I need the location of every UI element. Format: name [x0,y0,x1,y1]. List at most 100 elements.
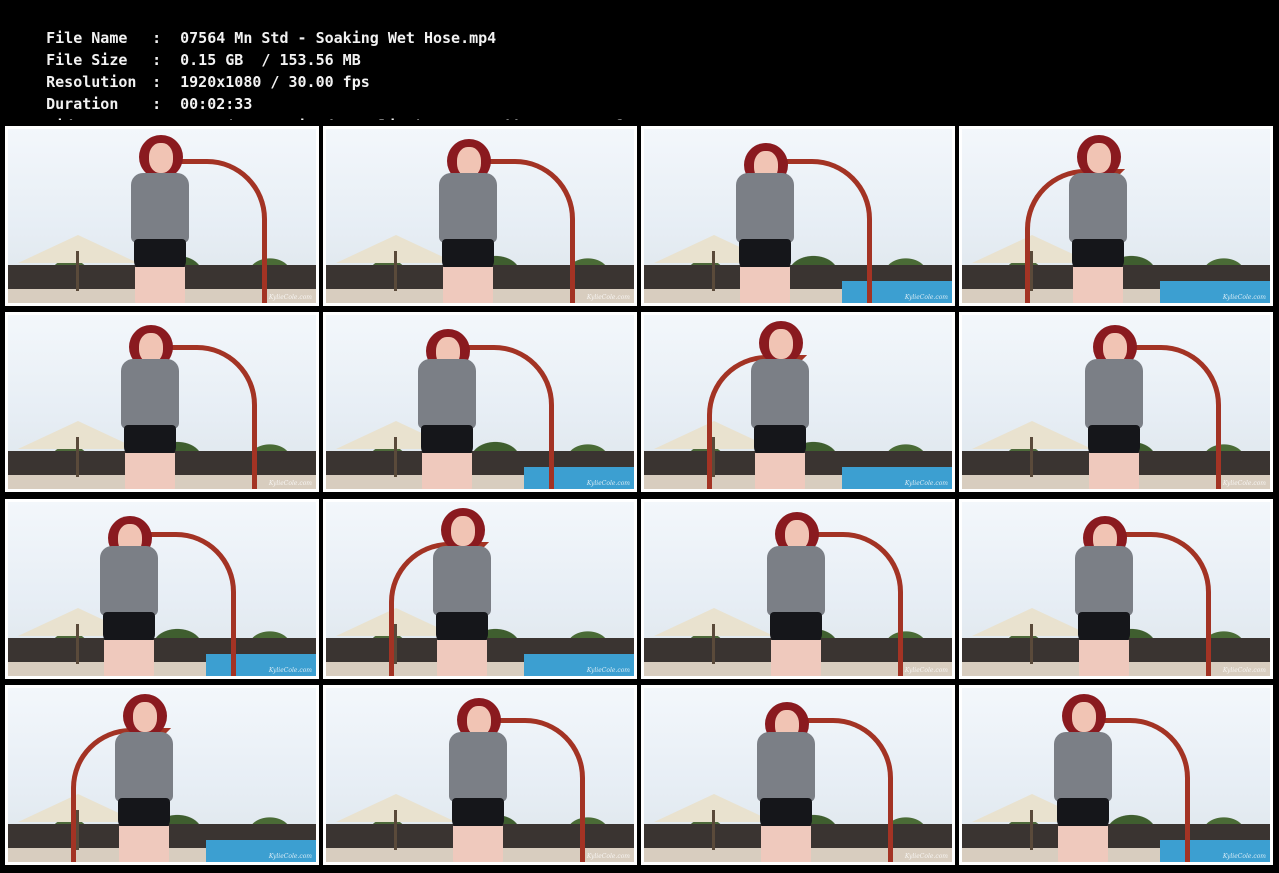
umbrella-pole-shape [76,624,79,664]
legs-shape [771,640,821,676]
thumbnail-frame: KylieCole.com [5,312,319,492]
thumbnail-frame: KylieCole.com [5,126,319,306]
face-shape [451,516,475,546]
info-row-resolution: Resolution:1920x1080 / 30.00 fps [10,49,370,91]
legs-shape [740,267,790,303]
watermark-logo: KylieCole.com [1222,667,1266,674]
thumbnail-frame: KylieCole.com [323,499,637,679]
watermark-logo: KylieCole.com [268,480,312,487]
info-row-file-size: File Size:0.15 GB / 153.56 MB [10,27,361,69]
shirt-shape [1075,546,1133,616]
umbrella-pole-shape [1030,810,1033,850]
legs-shape [125,453,175,489]
shirt-shape [1085,359,1143,429]
watermark-logo: KylieCole.com [904,294,948,301]
watermark-logo: KylieCole.com [586,667,630,674]
thumbnail-frame: KylieCole.com [641,499,955,679]
legs-shape [104,640,154,676]
legs-shape [437,640,487,676]
thumbnail-image: KylieCole.com [8,688,316,862]
legs-shape [1073,267,1123,303]
umbrella-pole-shape [712,624,715,664]
legs-shape [1079,640,1129,676]
thumbnail-image: KylieCole.com [962,688,1270,862]
info-row-file-name: File Name:07564 Mn Std - Soaking Wet Hos… [10,5,496,47]
shirt-shape [1069,173,1127,243]
legs-shape [1089,453,1139,489]
thumbnail-image: KylieCole.com [644,502,952,676]
thumbnail-image: KylieCole.com [962,315,1270,489]
legs-shape [443,267,493,303]
shirt-shape [115,732,173,802]
face-shape [1072,702,1096,732]
thumbnail-image: KylieCole.com [644,688,952,862]
watermark-logo: KylieCole.com [586,480,630,487]
watermark-logo: KylieCole.com [586,294,630,301]
thumbnail-image: KylieCole.com [8,502,316,676]
thumbnail-image: KylieCole.com [326,688,634,862]
thumbnail-frame: KylieCole.com [959,685,1273,865]
umbrella-pole-shape [1030,624,1033,664]
face-shape [133,702,157,732]
umbrella-pole-shape [1030,437,1033,477]
thumbnail-frame: KylieCole.com [641,685,955,865]
thumbnail-image: KylieCole.com [8,315,316,489]
umbrella-pole-shape [394,251,397,291]
legs-shape [119,826,169,862]
thumbnail-frame: KylieCole.com [323,126,637,306]
watermark-logo: KylieCole.com [1222,853,1266,860]
thumbnail-image: KylieCole.com [962,129,1270,303]
umbrella-pole-shape [394,810,397,850]
thumbnail-image: KylieCole.com [326,315,634,489]
info-row-duration: Duration:00:02:33 [10,71,252,113]
thumbnail-image: KylieCole.com [962,502,1270,676]
thumbnail-frame: KylieCole.com [641,126,955,306]
watermark-logo: KylieCole.com [268,667,312,674]
shirt-shape [736,173,794,243]
watermark-logo: KylieCole.com [1222,480,1266,487]
thumbnail-frame: KylieCole.com [323,312,637,492]
thumbnail-frame: KylieCole.com [959,126,1273,306]
thumbnail-frame: KylieCole.com [959,312,1273,492]
shirt-shape [767,546,825,616]
thumbnail-frame: KylieCole.com [323,685,637,865]
thumbnail-image: KylieCole.com [644,315,952,489]
umbrella-pole-shape [712,810,715,850]
thumbnail-grid: KylieCole.com KylieCole.com KylieCole.com K… [0,120,1279,873]
thumbnail-image: KylieCole.com [326,502,634,676]
info-row-video: Video:H264 (Constrained Baseline) :: 803… [10,93,641,135]
shirt-shape [1054,732,1112,802]
legs-shape [761,826,811,862]
watermark-logo: KylieCole.com [1222,294,1266,301]
thumbnail-frame: KylieCole.com [641,312,955,492]
watermark-logo: KylieCole.com [904,853,948,860]
legs-shape [422,453,472,489]
umbrella-pole-shape [76,251,79,291]
shirt-shape [751,359,809,429]
legs-shape [453,826,503,862]
shirt-shape [418,359,476,429]
video-info-header: File Name:07564 Mn Std - Soaking Wet Hos… [0,0,1279,135]
thumbnail-image: KylieCole.com [8,129,316,303]
legs-shape [1058,826,1108,862]
watermark-logo: KylieCole.com [268,853,312,860]
face-shape [1087,143,1111,173]
watermark-logo: KylieCole.com [904,667,948,674]
legs-shape [755,453,805,489]
watermark-logo: KylieCole.com [904,480,948,487]
face-shape [769,329,793,359]
shirt-shape [757,732,815,802]
thumbnail-image: KylieCole.com [644,129,952,303]
watermark-logo: KylieCole.com [268,294,312,301]
watermark-logo: KylieCole.com [586,853,630,860]
shirt-shape [433,546,491,616]
umbrella-pole-shape [394,437,397,477]
shirt-shape [439,173,497,243]
shirt-shape [131,173,189,243]
umbrella-pole-shape [76,437,79,477]
thumbnail-frame: KylieCole.com [5,685,319,865]
umbrella-pole-shape [712,251,715,291]
legs-shape [135,267,185,303]
thumbnail-frame: KylieCole.com [5,499,319,679]
shirt-shape [121,359,179,429]
